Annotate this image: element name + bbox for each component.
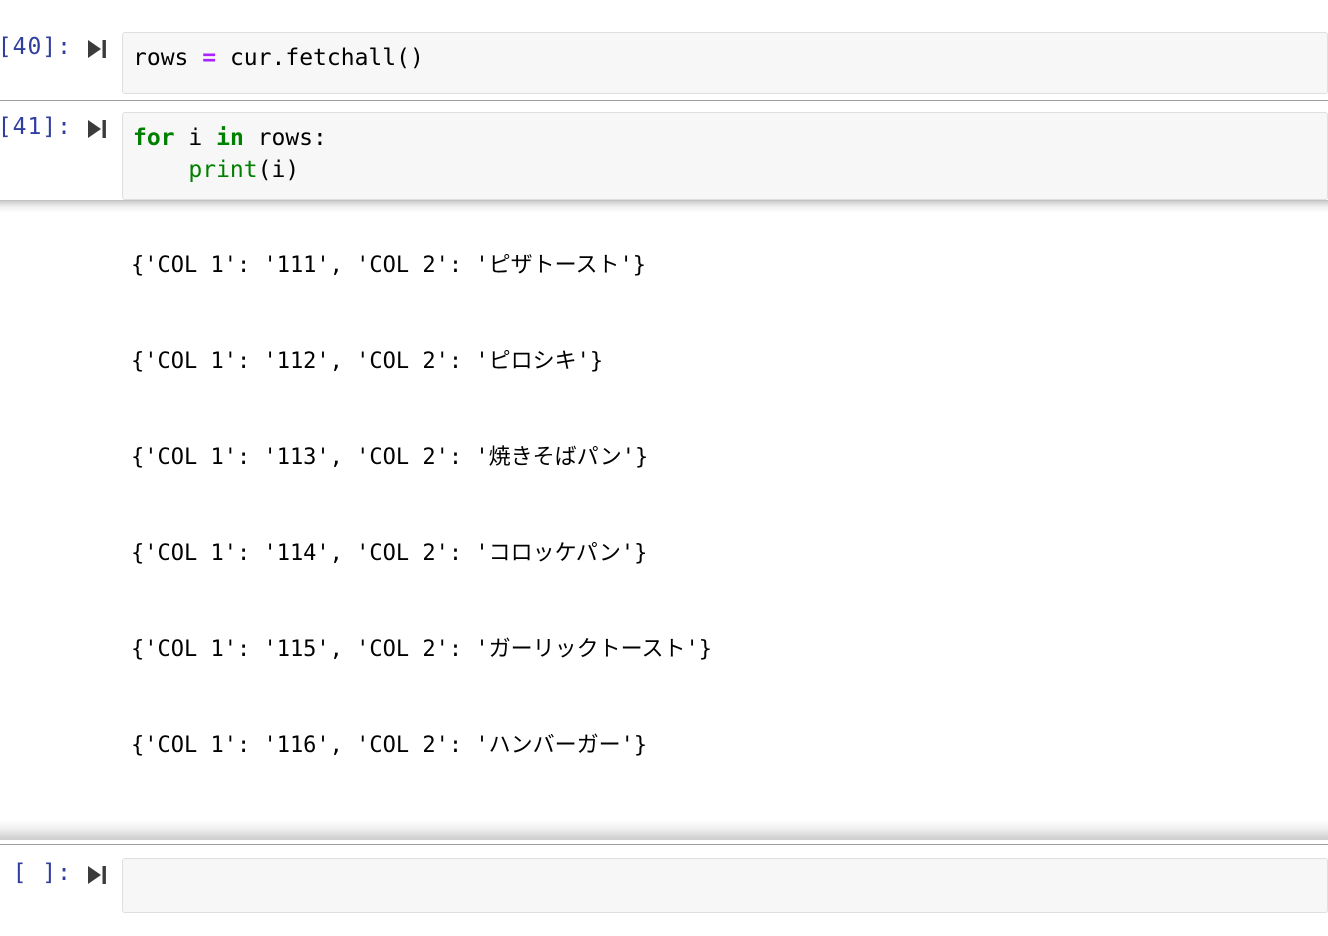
output-line: {'COL 1': '116', 'COL 2': 'ハンバーガー'}	[131, 733, 648, 758]
code-line: rows = cur.fetchall()	[133, 42, 1327, 74]
code-token: rows:	[243, 125, 327, 151]
code-token-operator: =	[202, 45, 217, 71]
cell-prompt-40: [40]:	[0, 34, 72, 60]
code-token: i	[174, 125, 217, 151]
run-cell-button-41[interactable]	[72, 112, 122, 144]
output-line: {'COL 1': '114', 'COL 2': 'コロッケパン'}	[131, 541, 648, 566]
cell-output-area[interactable]: {'COL 1': '111', 'COL 2': 'ピザトースト'} {'CO…	[0, 186, 1328, 820]
code-cell-empty[interactable]: [ ]:	[0, 858, 1328, 918]
code-token-keyword: for	[133, 125, 175, 151]
code-token-builtin: print	[188, 157, 258, 183]
code-editor-41[interactable]: for i in rows: print(i)	[122, 112, 1328, 200]
code-editor-40[interactable]: rows = cur.fetchall()	[122, 32, 1328, 94]
code-editor-empty[interactable]	[122, 858, 1328, 913]
run-cell-button-empty[interactable]	[72, 858, 122, 890]
code-token: cur.fetchall()	[216, 45, 424, 71]
stdout-output: {'COL 1': '111', 'COL 2': 'ピザトースト'} {'CO…	[131, 186, 976, 820]
output-line: {'COL 1': '112', 'COL 2': 'ピロシキ'}	[131, 349, 604, 374]
run-cell-icon	[88, 40, 106, 58]
code-token: rows	[133, 45, 203, 71]
code-cell-40[interactable]: [40]: rows = cur.fetchall()	[0, 32, 1328, 98]
output-line: {'COL 1': '115', 'COL 2': 'ガーリックトースト'}	[131, 637, 713, 662]
cell-divider	[0, 844, 1328, 845]
run-cell-icon	[88, 120, 106, 138]
run-cell-icon	[88, 866, 106, 884]
run-cell-button-40[interactable]	[72, 32, 122, 64]
output-line: {'COL 1': '113', 'COL 2': '焼きそばパン'}	[131, 445, 649, 470]
notebook-root: {'COL 1': '111', 'COL 2': 'ピザトースト'} {'CO…	[0, 0, 1328, 936]
output-line: {'COL 1': '111', 'COL 2': 'ピザトースト'}	[131, 253, 647, 278]
code-token: (i)	[257, 157, 300, 183]
code-line: for i in rows:	[133, 122, 1327, 154]
code-token-keyword: in	[216, 125, 244, 151]
code-cell-41[interactable]: [41]: for i in rows: print(i)	[0, 112, 1328, 200]
sticky-cells-shadow	[0, 198, 1328, 216]
cell-divider	[0, 100, 1328, 101]
code-line: print(i)	[133, 154, 1327, 186]
output-bottom-shadow	[0, 820, 1328, 840]
cell-prompt-empty: [ ]:	[12, 860, 72, 886]
cell-prompt-41: [41]:	[0, 114, 72, 140]
